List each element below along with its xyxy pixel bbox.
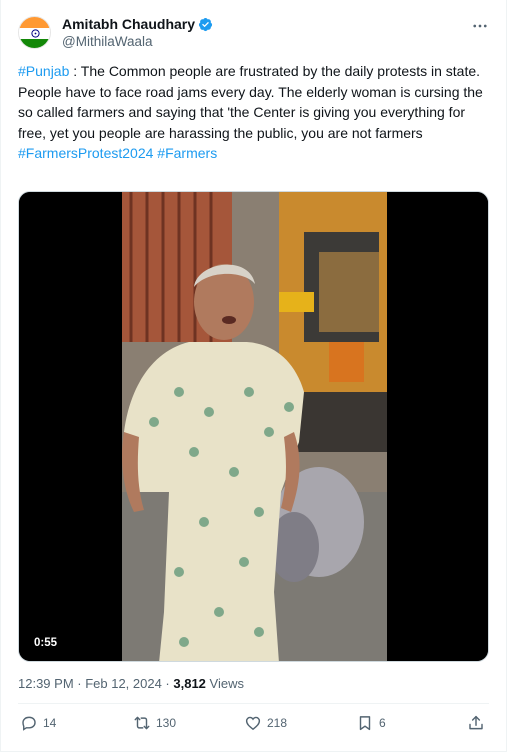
author-block: Amitabh Chaudhary @MithilaWaala — [62, 15, 213, 49]
share-button[interactable] — [467, 714, 485, 732]
video-player[interactable]: 0:55 — [18, 191, 489, 662]
views-count: 3,812 — [173, 676, 206, 691]
india-flag-avatar-icon — [19, 17, 50, 48]
tweet-card: Amitabh Chaudhary @MithilaWaala #Punjab … — [0, 0, 507, 752]
heart-icon — [245, 716, 261, 731]
repost-button[interactable]: 130 — [133, 714, 176, 732]
bookmark-button[interactable]: 6 — [356, 714, 386, 732]
author-name[interactable]: Amitabh Chaudhary — [62, 16, 195, 32]
like-count: 218 — [267, 716, 288, 730]
tweet-timestamp[interactable]: 12:39 PM · Feb 12, 2024 · — [18, 676, 173, 691]
author-handle[interactable]: @MithilaWaala — [62, 34, 213, 49]
video-frame — [19, 192, 488, 661]
verified-badge-icon — [198, 17, 213, 31]
author-name-row[interactable]: Amitabh Chaudhary — [62, 15, 213, 33]
tweet-header: Amitabh Chaudhary @MithilaWaala — [18, 14, 492, 54]
video-duration: 0:55 — [29, 635, 63, 651]
reply-icon — [22, 716, 36, 731]
tweet-body: : The Common people are frustrated by th… — [18, 63, 483, 141]
tweet-meta: 12:39 PM · Feb 12, 2024 · 3,812 Views — [18, 676, 244, 691]
bookmark-icon — [359, 716, 371, 731]
hashtag-link[interactable]: #Farmers — [157, 145, 217, 161]
bookmark-count: 6 — [379, 716, 386, 730]
hashtag-link[interactable]: #Punjab — [18, 63, 69, 79]
tweet-text: #Punjab : The Common people are frustrat… — [18, 61, 488, 164]
repost-count: 130 — [156, 716, 177, 730]
share-icon — [469, 715, 483, 730]
reply-button[interactable]: 14 — [20, 714, 56, 732]
views-label: Views — [205, 676, 244, 691]
divider — [18, 703, 489, 704]
repost-icon — [134, 716, 150, 730]
reply-count: 14 — [43, 716, 57, 730]
action-bar: 14 130 218 6 — [18, 712, 489, 736]
hashtag-link[interactable]: #FarmersProtest2024 — [18, 145, 153, 161]
avatar[interactable] — [18, 16, 51, 49]
like-button[interactable]: 218 — [244, 714, 287, 732]
more-horizontal-icon — [473, 24, 487, 28]
more-options-button[interactable] — [470, 16, 490, 36]
